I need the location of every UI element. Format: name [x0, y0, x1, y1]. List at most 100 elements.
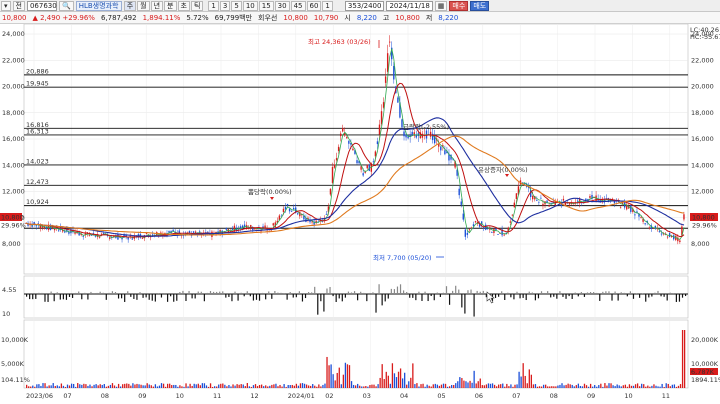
indicator-bar	[534, 294, 536, 301]
volume-bar	[406, 384, 408, 388]
volume-bar	[575, 385, 577, 388]
indicator-bar	[574, 292, 576, 294]
candle-body	[668, 233, 671, 237]
volume-bar	[350, 381, 353, 388]
volume-bar	[508, 386, 510, 388]
volume-bar	[68, 385, 71, 388]
candle-body	[503, 234, 505, 236]
indicator-bar	[589, 292, 592, 294]
level-label: 19,945	[26, 80, 49, 88]
candle-body	[658, 231, 661, 233]
volume-bar	[612, 385, 614, 388]
volume-bar	[467, 382, 469, 388]
date-tick: 09	[138, 392, 146, 400]
volume-bar	[551, 386, 553, 388]
annotation-rise: 급락락(-2,55%)	[403, 123, 449, 131]
volume-bar	[70, 383, 73, 388]
indicator-bar	[645, 294, 647, 302]
volume-bar	[469, 380, 471, 388]
indicator-bar	[289, 292, 291, 294]
indicator-bar	[326, 288, 328, 294]
indicator-bar	[307, 292, 310, 294]
period-tab-1[interactable]: 월	[137, 0, 150, 11]
candle-body	[538, 201, 540, 203]
indicator-bar	[139, 292, 141, 294]
candle-body	[644, 223, 646, 225]
indicator-bar	[234, 291, 236, 294]
vol-right-top: 20,000K	[691, 336, 719, 344]
volume-bar	[410, 377, 412, 388]
level-label: 14,023	[26, 157, 49, 165]
volume-bar	[569, 384, 571, 388]
volume-bar	[453, 384, 455, 388]
date-field[interactable]: 2024/11/18	[386, 0, 433, 11]
calendar-icon[interactable]: ▦	[434, 0, 448, 11]
volume-bar	[242, 384, 244, 388]
interval-tab-7[interactable]: 60	[306, 0, 322, 11]
volume-bar	[365, 386, 367, 388]
volume-bar	[203, 383, 206, 388]
candle-body	[333, 164, 336, 168]
sell-button[interactable]: 매도	[470, 0, 490, 11]
indicator-bar	[99, 291, 101, 294]
indicator-bar	[176, 294, 178, 301]
interval-tab-6[interactable]: 45	[290, 0, 306, 11]
menu-dropdown[interactable]: ▾	[1, 0, 11, 11]
indicator-bar	[501, 291, 503, 294]
indicator-bar	[335, 294, 337, 302]
buy-button[interactable]: 매수	[449, 0, 469, 11]
indicator-bar	[648, 294, 650, 298]
interval-tab-3[interactable]: 10	[242, 0, 258, 11]
indicator-bar	[531, 292, 533, 294]
indicator-bar	[375, 294, 377, 313]
volume-bar	[526, 383, 528, 388]
candle-body	[630, 205, 632, 212]
stock-chart[interactable]: 20,88619,94516,81616,31314,02312,47310,9…	[0, 24, 720, 404]
interval-tab-1[interactable]: 3	[219, 0, 231, 11]
volume-bar	[567, 383, 569, 388]
interval-tab-2[interactable]: 5	[231, 0, 242, 11]
volume-bar	[109, 384, 112, 388]
volume-bar	[522, 363, 524, 388]
volume-bar	[252, 385, 255, 388]
volume-bar	[273, 384, 275, 388]
indicator-bar	[363, 292, 365, 294]
volume-bar	[256, 386, 259, 388]
market-select[interactable]: 전	[12, 0, 25, 11]
indicator-bar	[35, 294, 37, 299]
indicator-bar	[406, 291, 408, 294]
search-icon[interactable]: 🔍	[58, 0, 74, 11]
volume-bar	[451, 384, 453, 388]
date-tick: 11	[662, 392, 670, 400]
stock-name-field[interactable]: HLB생명과학	[75, 0, 122, 11]
date-tick: 07	[512, 392, 520, 400]
volume-bar	[359, 385, 361, 388]
indicator-bar	[553, 294, 555, 297]
indicator-bar	[393, 289, 396, 294]
period-tab-3[interactable]: 분	[164, 0, 177, 11]
period-tab-0[interactable]: 주	[123, 0, 137, 11]
period-tab-2[interactable]: 년	[150, 0, 164, 11]
volume-bar	[279, 384, 281, 388]
period-tab-4[interactable]: 초	[177, 0, 190, 11]
candle-body	[378, 124, 381, 135]
candle-body	[127, 237, 129, 240]
indicator-bar	[68, 294, 71, 297]
volume-bar	[34, 386, 36, 388]
interval-tab-8[interactable]: 1	[322, 0, 333, 11]
volume-bar	[473, 370, 475, 388]
indicator-bar	[571, 294, 573, 299]
interval-tab-5[interactable]: 30	[274, 0, 290, 11]
candle-body	[495, 228, 497, 230]
price-tick-right: 12,000	[691, 188, 714, 196]
bar-count-field[interactable]: 353/2400	[344, 0, 385, 11]
indicator-bar	[442, 292, 445, 294]
volume-bar	[142, 385, 144, 388]
candle-body	[88, 235, 91, 237]
candle-body	[131, 238, 133, 240]
volume-bar	[81, 384, 83, 388]
interval-tab-0[interactable]: 1	[208, 0, 219, 11]
period-tab-5[interactable]: 틱	[190, 0, 204, 11]
stock-code-input[interactable]: 067630	[26, 0, 57, 11]
interval-tab-4[interactable]: 15	[258, 0, 274, 11]
